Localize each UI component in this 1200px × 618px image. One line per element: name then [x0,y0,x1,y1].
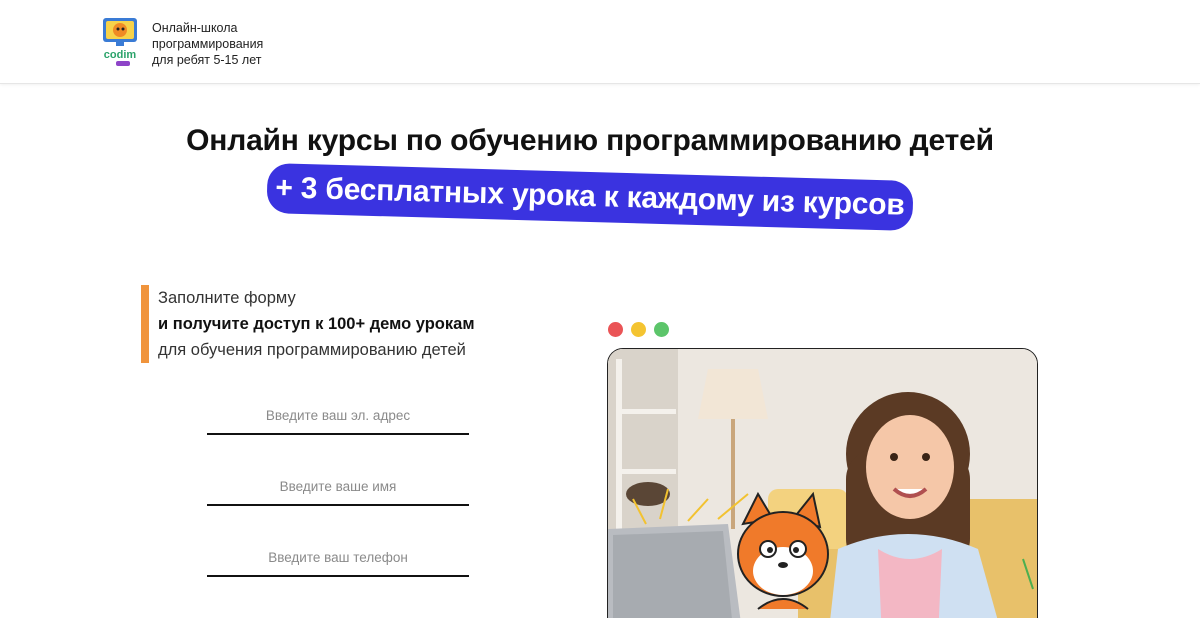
brand-line-2: программирования [152,37,264,51]
brand-line-1: Онлайн-школа [152,21,238,35]
brand-line-3: для ребят 5-15 лет [152,53,262,67]
codim-logo[interactable]: codim [100,16,144,68]
girl-with-laptop-illustration [608,349,1037,618]
intro-line-1: Заполните форму [158,289,296,307]
email-input[interactable] [207,397,469,435]
hero-photo [607,348,1038,618]
site-header: codim Онлайн-школа программирования для … [0,0,1200,84]
form-intro: Заполните форму и получите доступ к 100+… [141,285,521,363]
promo-text: + 3 бесплатных урока к каждому из курсов [274,171,906,222]
hero-title: Онлайн курсы по обучению программировани… [186,124,994,157]
window-dot-yellow [631,322,646,337]
intro-line-2: и получите доступ к 100+ демо урокам [158,315,475,333]
phone-input[interactable] [207,539,469,577]
name-input[interactable] [207,468,469,506]
brand-tagline: Онлайн-школа программирования для ребят … [152,20,263,68]
logo-icon: codim [103,18,137,66]
intro-line-3: для обучения программированию детей [158,341,466,359]
window-dot-green [654,322,669,337]
promo-banner: + 3 бесплатных урока к каждому из курсов [266,162,914,232]
logo-text: codim [104,49,137,61]
window-dot-red [608,322,623,337]
